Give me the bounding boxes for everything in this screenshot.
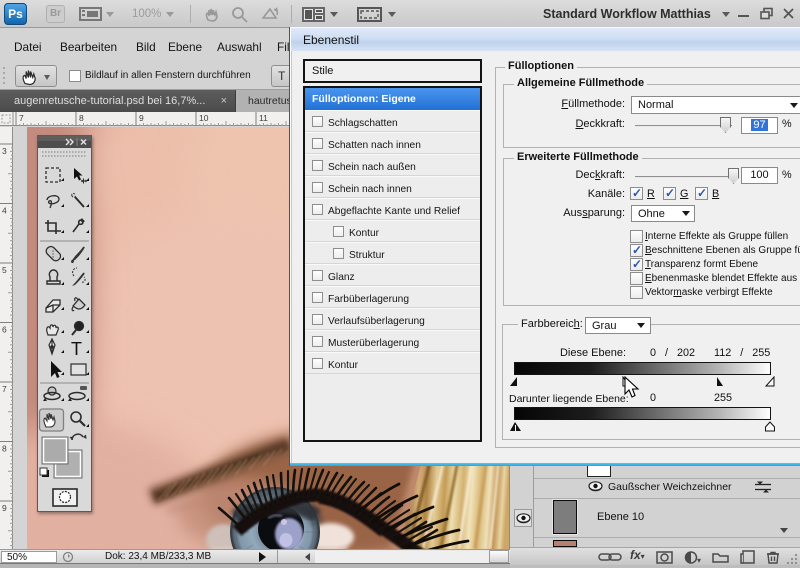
svg-text:3: 3 [2, 146, 7, 156]
svg-text:8: 8 [79, 113, 84, 123]
svg-text:4: 4 [2, 206, 7, 216]
svg-text:7: 7 [2, 384, 7, 394]
svg-text:9: 9 [2, 503, 7, 513]
svg-text:9: 9 [139, 113, 144, 123]
svg-text:11: 11 [259, 113, 268, 123]
svg-text:10: 10 [199, 113, 209, 123]
svg-text:7: 7 [19, 113, 24, 123]
svg-text:5: 5 [2, 265, 7, 275]
svg-text:T: T [71, 339, 82, 359]
svg-text:6: 6 [2, 325, 7, 335]
svg-text:8: 8 [2, 444, 7, 454]
svg-text:▾: ▾ [697, 556, 701, 564]
